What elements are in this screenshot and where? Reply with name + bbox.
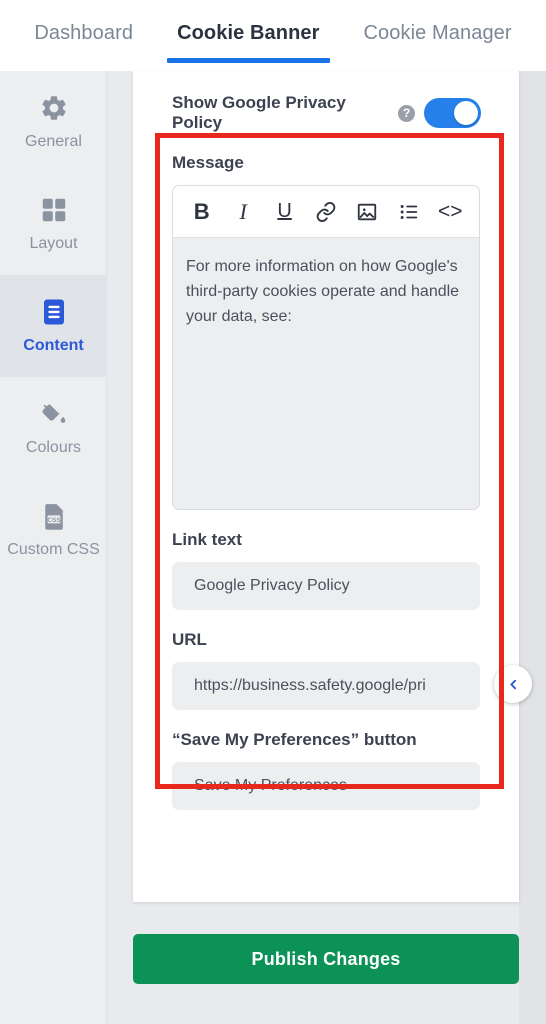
toggle-label: Show Google Privacy Policy [172,93,346,132]
message-textarea[interactable]: For more information on how Google's thi… [173,238,479,509]
url-input[interactable]: https://business.safety.google/pri [172,662,480,710]
right-background-strip [519,71,546,1024]
gear-icon [39,93,69,123]
sidebar-item-layout[interactable]: Layout [0,173,107,275]
show-google-privacy-policy-toggle[interactable] [424,98,481,128]
sidebar-item-content[interactable]: Content [0,275,107,377]
settings-sidebar: General Layout Content Colours CSS Custo… [0,71,107,1024]
tab-cookie-banner[interactable]: Cookie Banner [155,0,341,71]
sidebar-item-custom-css[interactable]: CSS Custom CSS [0,479,107,581]
bullet-list-icon[interactable] [394,197,423,227]
sidebar-item-label: Custom CSS [7,541,100,558]
image-icon[interactable] [353,197,382,227]
content-settings-card: Show Google Privacy Policy ? Message B I… [133,71,532,902]
underline-icon[interactable]: U [270,197,299,227]
tab-dashboard[interactable]: Dashboard [12,0,155,71]
paint-bucket-icon [39,399,69,429]
main-tab-bar: Dashboard Cookie Banner Cookie Manager [0,0,546,71]
link-text-input[interactable]: Google Privacy Policy [172,562,480,610]
sidebar-item-label: General [25,133,82,150]
sidebar-item-general[interactable]: General [0,71,107,173]
code-icon[interactable]: <> [436,197,465,227]
sidebar-item-label: Layout [29,235,78,252]
svg-text:CSS: CSS [47,517,61,524]
sidebar-item-label: Content [23,337,84,354]
show-google-privacy-policy-row: Show Google Privacy Policy ? [133,71,519,149]
url-label: URL [172,630,207,649]
editor-toolbar: B I U <> [173,186,479,238]
link-icon[interactable] [311,197,340,227]
message-label: Message [172,153,244,172]
message-rich-text-editor: B I U <> For more information on how Goo… [172,185,480,510]
bold-icon[interactable]: B [187,197,216,227]
save-preferences-button-label: “Save My Preferences” button [172,730,417,749]
sidebar-item-label: Colours [25,439,82,456]
italic-icon[interactable]: I [228,197,257,227]
document-lines-icon [39,297,69,327]
content-fields: Message B I U <> For more information on… [133,153,519,810]
publish-changes-button[interactable]: Publish Changes [133,934,519,984]
sidebar-item-colours[interactable]: Colours [0,377,107,479]
collapse-panel-chevron-icon[interactable] [494,665,532,703]
toggle-knob [454,101,478,125]
grid-icon [39,195,69,225]
save-preferences-button-input[interactable]: Save My Preferences [172,762,480,810]
css-file-icon: CSS [39,501,69,531]
link-text-label: Link text [172,530,242,549]
cookie-banner-settings-screen: Dashboard Cookie Banner Cookie Manager G… [0,0,546,1024]
tab-cookie-manager[interactable]: Cookie Manager [342,0,534,71]
help-icon[interactable]: ? [398,104,415,122]
